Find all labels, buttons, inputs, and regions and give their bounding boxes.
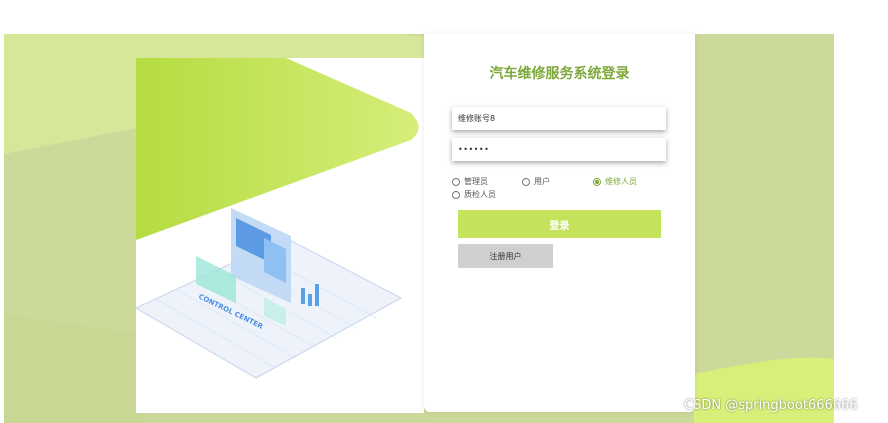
login-title: 汽车维修服务系统登录 <box>489 66 630 82</box>
role-radio-repair-staff[interactable]: 维修人员 <box>593 176 637 187</box>
role-label: 维修人员 <box>605 177 637 186</box>
radio-circle-icon <box>452 190 460 199</box>
register-button[interactable]: 注册用户 <box>458 244 553 268</box>
account-input[interactable] <box>452 107 666 130</box>
control-center-illustration: CONTROL CENTER <box>136 58 419 379</box>
role-radio-user[interactable]: 用户 <box>522 176 550 187</box>
radio-checked-icon <box>593 177 601 186</box>
login-card: 汽车维修服务系统登录 管理员 用户 维修人员 质检人员 登录 注册用户 <box>424 34 695 412</box>
role-label: 管理员 <box>464 177 488 186</box>
password-input[interactable] <box>452 138 666 161</box>
watermark-text: CSDN @springboot666666 <box>684 398 858 413</box>
role-label: 质检人员 <box>464 190 496 199</box>
radio-circle-icon <box>452 177 460 186</box>
role-radio-admin[interactable]: 管理员 <box>452 176 488 187</box>
role-label: 用户 <box>534 177 550 186</box>
radio-circle-icon <box>522 177 530 186</box>
illustration-panel: CONTROL CENTER <box>136 58 424 413</box>
login-button[interactable]: 登录 <box>458 210 661 238</box>
role-radio-quality-inspector[interactable]: 质检人员 <box>452 189 496 200</box>
